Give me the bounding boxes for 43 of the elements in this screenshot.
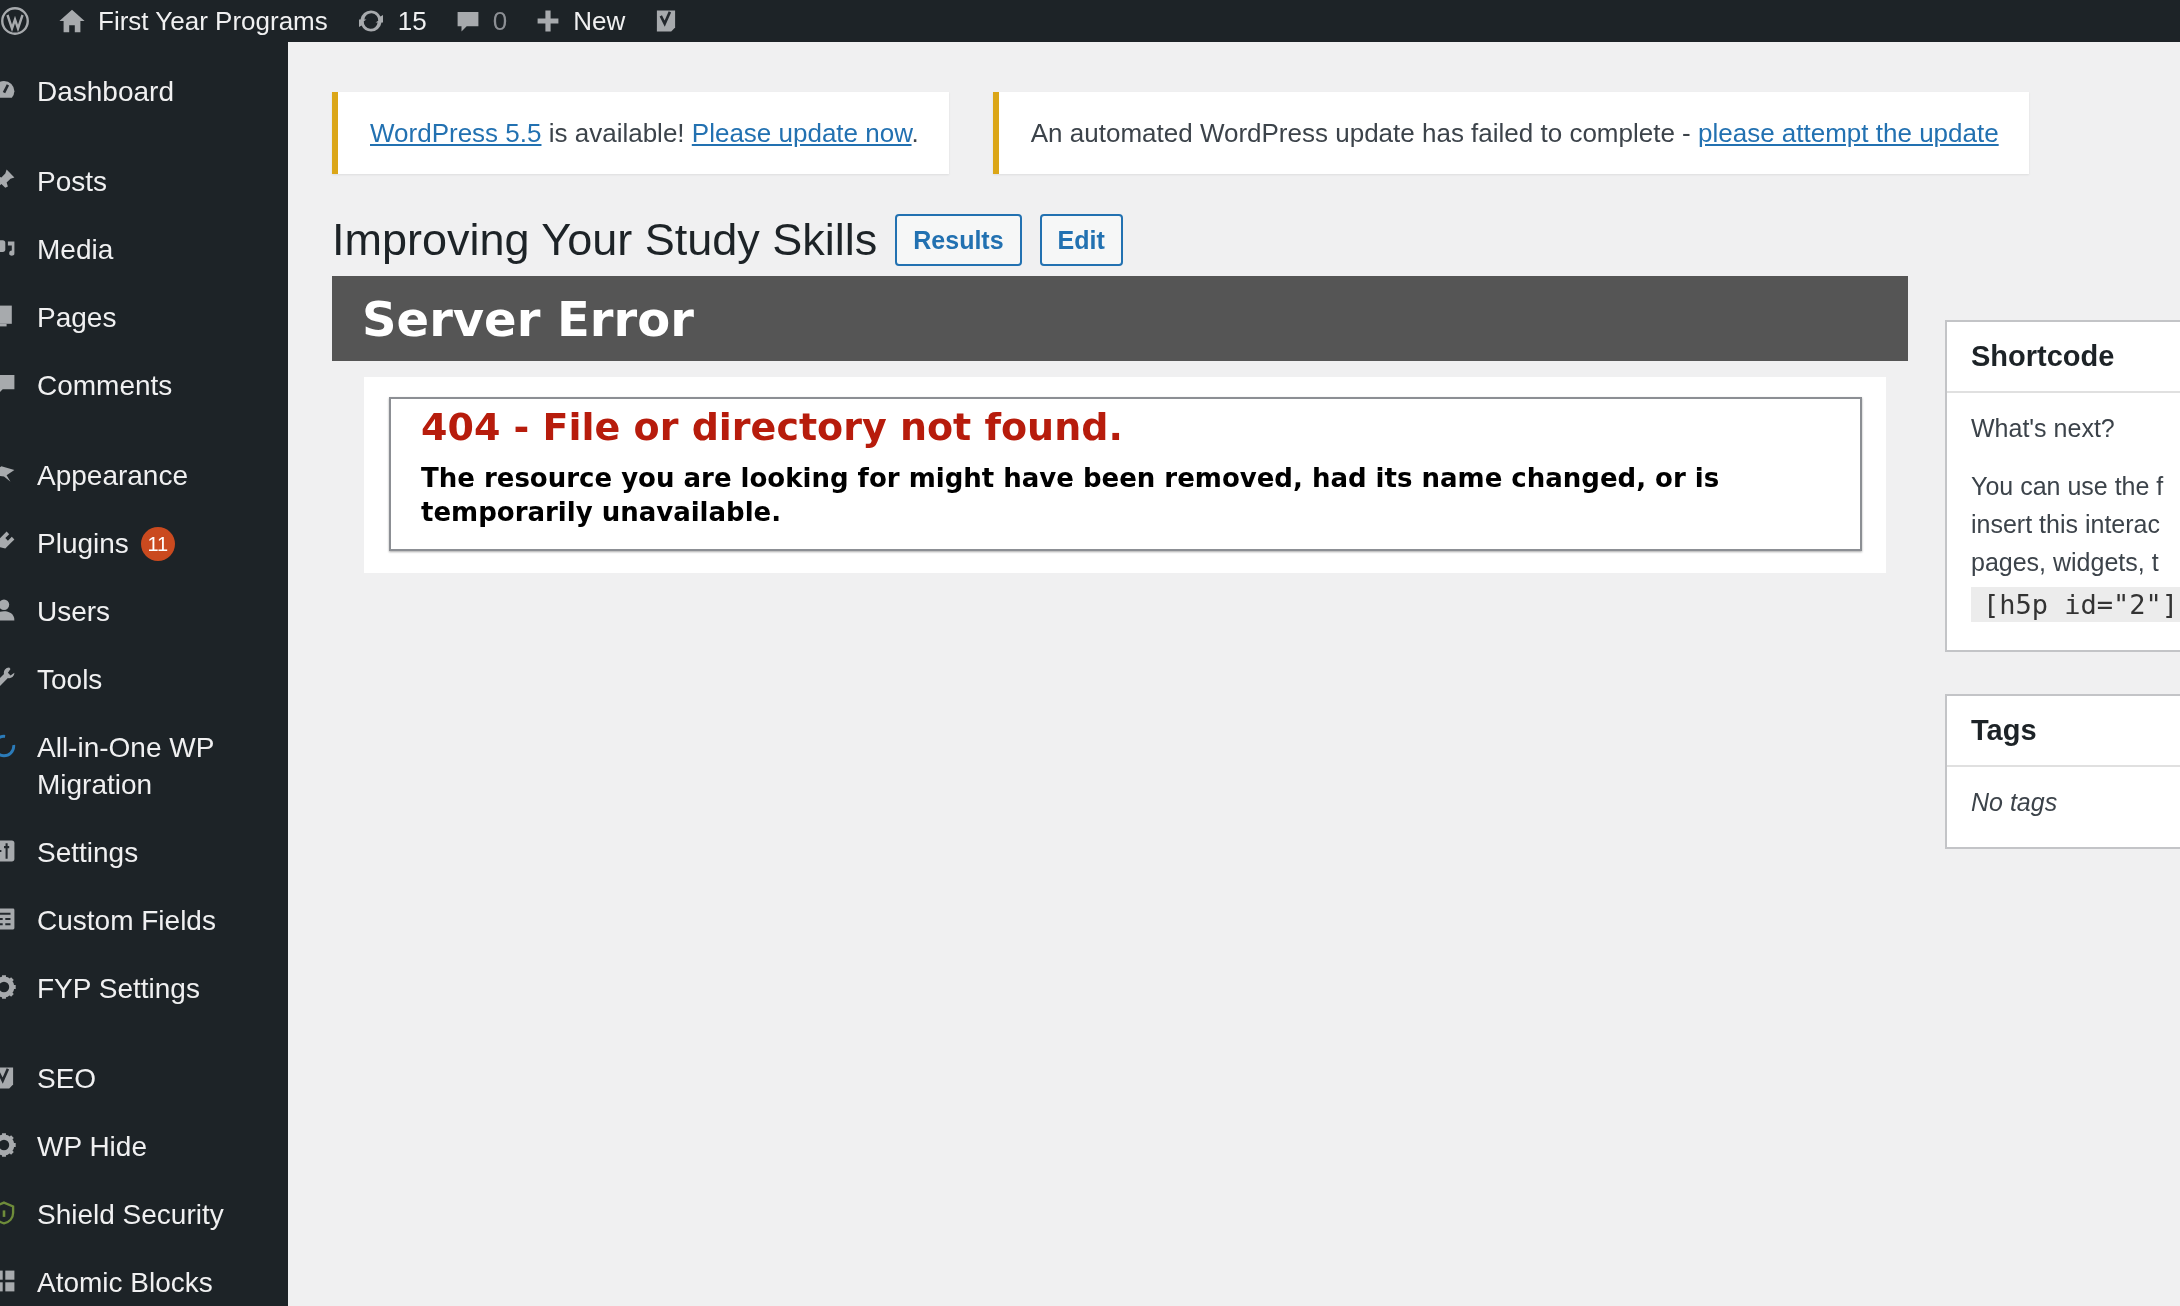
panel-description-line: pages, widgets, t (1971, 547, 2160, 578)
admin-bar-item[interactable]: First Year Programs (44, 0, 342, 42)
sidebar-menu-item[interactable]: Shield Security (37, 1196, 224, 1233)
sidebar-menu-item[interactable]: Pages (37, 299, 117, 336)
notice-text: WordPress 5.5 is available! Please update now. (370, 117, 919, 149)
error-message: The resource you are looking for might have been removed, had its name changed, or is temporarily unavailable. (421, 462, 1721, 529)
admin-bar-item[interactable]: New (521, 0, 640, 42)
wordpress-logo-icon[interactable] (0, 6, 30, 36)
sidebar-menu-item[interactable]: Atomic Blocks (37, 1264, 213, 1301)
admin-bar-item[interactable]: 15 (341, 0, 441, 42)
empty-tags-text: No tags (1971, 787, 2059, 818)
page-action-button[interactable]: Edit (1039, 214, 1123, 266)
panel-description-line: insert this interac (1971, 509, 2161, 540)
sidebar-menu-item[interactable]: Users (37, 593, 111, 630)
page-action-button[interactable]: Results (895, 214, 1022, 266)
error-title: 404 - File or directory not found. (421, 405, 1124, 449)
shortcode-text: [h5p id="2"] (1971, 587, 2180, 622)
admin-bar-item[interactable]: 0 (440, 0, 522, 42)
panel-title: Shortcode (1947, 322, 2180, 393)
sidebar-menu-item[interactable]: SEO (37, 1060, 97, 1097)
house-icon (58, 7, 86, 35)
count-badge: 11 (140, 526, 175, 561)
sidebar-menu-item[interactable]: Appearance (37, 457, 188, 494)
sidebar-menu-item[interactable]: Comments (37, 367, 173, 404)
panel-description-line: You can use the f (1971, 471, 2165, 502)
sidebar-menu-item[interactable]: WP Hide (37, 1128, 147, 1165)
sidebar-menu-item[interactable]: Posts (37, 163, 108, 200)
notice-link[interactable]: WordPress 5.5 (370, 117, 542, 148)
sidebar-menu-item[interactable]: Settings (37, 834, 139, 871)
page-title: Improving Your Study Skills (332, 214, 878, 266)
notice-text: An automated WordPress update has failed to complete - please attempt the update (1030, 117, 1999, 149)
error-banner: Server Error (332, 276, 1908, 361)
sidebar-menu-item[interactable]: Media (37, 231, 114, 268)
panel-title: Tags (1947, 696, 2180, 767)
sidebar-menu-item[interactable]: FYP Settings (37, 970, 200, 1007)
sidebar-menu-item[interactable]: Custom Fields (37, 902, 216, 939)
sidebar-menu-item[interactable]: All-in-One WP Migration (37, 729, 257, 803)
sidebar-menu-item[interactable]: Tools (37, 661, 103, 698)
notice-link[interactable]: Please update now (691, 117, 912, 148)
sidebar-menu-item[interactable]: Plugins (37, 525, 129, 562)
notice-link[interactable]: please attempt the update (1698, 117, 1999, 148)
sidebar-menu-item[interactable]: Dashboard (37, 73, 174, 110)
panel-lead-text: What's next? (1971, 413, 2116, 444)
